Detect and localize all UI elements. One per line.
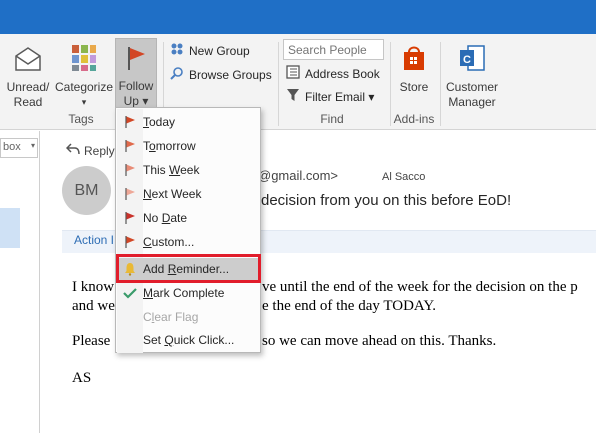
checkmark-icon — [117, 287, 143, 299]
unread-read-button[interactable]: Unread/ Read — [4, 40, 52, 110]
body-signature: AS — [72, 370, 92, 386]
flag-red-icon — [117, 235, 143, 249]
browse-groups-button[interactable]: Browse Groups — [170, 66, 272, 83]
reply-label: Reply — [84, 143, 115, 158]
body-line-1-left: I know — [72, 279, 115, 295]
unread-read-label-1: Unread/ — [6, 80, 50, 94]
menu-item-label: Next Week — [143, 187, 202, 201]
new-group-label: New Group — [189, 43, 250, 58]
categorize-label: Categorize — [54, 80, 114, 94]
follow-up-button[interactable]: Follow Up ▾ — [115, 38, 157, 110]
filter-email-label: Filter Email ▾ — [305, 89, 375, 104]
menu-item-this-week[interactable]: This Week — [117, 159, 260, 181]
funnel-icon — [286, 88, 300, 105]
folder-combo[interactable]: box ▾ — [0, 138, 38, 158]
ribbon-separator — [440, 42, 441, 126]
store-button[interactable]: Store — [393, 40, 435, 110]
menu-item-no-date[interactable]: No Date — [117, 207, 260, 229]
menu-item-label: Custom... — [143, 235, 195, 249]
flag-light-icon — [117, 187, 143, 201]
menu-item-today[interactable]: Today — [117, 111, 260, 133]
flag-red-icon — [117, 211, 143, 225]
chevron-down-icon: ▾ — [30, 141, 35, 150]
address-book-icon — [286, 65, 300, 82]
title-bar — [0, 0, 596, 34]
body-line-2-right: e the end of the day TODAY. — [262, 298, 437, 314]
customer-manager-label-2: Manager — [448, 95, 496, 109]
categorize-dropdown-icon: ▾ — [81, 97, 87, 107]
menu-item-label: Set Quick Click... — [143, 333, 235, 347]
flag-red-icon — [117, 139, 143, 153]
new-group-button[interactable]: New Group — [170, 42, 250, 59]
menu-item-clear-flag: Clear Flag — [117, 306, 260, 328]
browse-groups-label: Browse Groups — [189, 67, 272, 82]
customer-manager-icon: C — [458, 44, 486, 76]
address-book-button[interactable]: Address Book — [286, 65, 380, 82]
menu-item-custom[interactable]: Custom... — [117, 231, 260, 253]
addins-group-label: Add-ins — [393, 112, 435, 126]
search-people-input[interactable] — [283, 39, 384, 60]
envelope-icon — [14, 46, 42, 76]
flag-light-icon — [117, 163, 143, 177]
action-items-link[interactable]: Action I — [74, 233, 114, 247]
body-line-1-right: ve until the end of the week for the dec… — [262, 279, 578, 295]
find-group-label: Find — [320, 112, 344, 126]
categorize-icon — [71, 44, 97, 76]
bell-icon — [117, 262, 143, 276]
body-line-3-right: so we can move ahead on this. Thanks. — [262, 333, 497, 349]
filter-email-button[interactable]: Filter Email ▾ — [286, 88, 374, 105]
message-subject: decision from you on this before EoD! — [261, 192, 512, 209]
menu-item-set-quick-click[interactable]: Set Quick Click... — [117, 329, 260, 351]
menu-item-next-week[interactable]: Next Week — [117, 183, 260, 205]
folder-pane — [0, 131, 40, 433]
flag-red-icon — [117, 115, 143, 129]
menu-item-mark-complete[interactable]: Mark Complete — [117, 282, 260, 304]
categorize-button[interactable]: Categorize ▾ — [54, 40, 114, 110]
menu-item-label: Tomorrow — [143, 139, 196, 153]
address-book-label: Address Book — [305, 66, 380, 81]
avatar-initials: BM — [74, 181, 99, 199]
menu-item-label: No Date — [143, 211, 188, 225]
store-bag-icon — [402, 44, 426, 76]
unread-read-label-2: Read — [13, 95, 43, 109]
tags-group-label: Tags — [68, 112, 94, 126]
menu-item-label: Add Reminder... — [143, 262, 230, 276]
message-list-selection[interactable] — [0, 208, 20, 248]
flag-icon — [125, 45, 147, 75]
body-line-2-left: and we — [72, 298, 115, 314]
body-line-3-left: Please — [72, 333, 111, 349]
customer-manager-label-1: Customer — [445, 80, 498, 94]
reply-arrow-icon — [65, 143, 80, 158]
menu-item-tomorrow[interactable]: Tomorrow — [117, 135, 260, 157]
people-icon — [170, 42, 184, 59]
ribbon-separator — [278, 42, 279, 126]
reply-button[interactable]: Reply — [65, 143, 115, 158]
customer-manager-button[interactable]: C Customer Manager — [443, 40, 501, 110]
search-magnifier-icon — [170, 66, 184, 83]
menu-item-label: Mark Complete — [143, 286, 225, 300]
svg-text:C: C — [463, 54, 471, 66]
menu-item-label: Today — [143, 115, 176, 129]
folder-combo-text: box — [3, 141, 21, 153]
avatar: BM — [62, 166, 111, 215]
menu-item-label: Clear Flag — [143, 310, 199, 324]
recipient-name: Al Sacco — [382, 171, 426, 183]
follow-up-menu: Today Tomorrow This Week Next Week No Da… — [115, 107, 261, 353]
follow-up-label-1: Follow — [118, 79, 154, 93]
menu-item-label: This Week — [143, 163, 200, 177]
store-label: Store — [399, 80, 429, 94]
sender-email: @gmail.com> — [258, 168, 339, 183]
menu-item-add-reminder[interactable]: Add Reminder... — [117, 258, 260, 280]
